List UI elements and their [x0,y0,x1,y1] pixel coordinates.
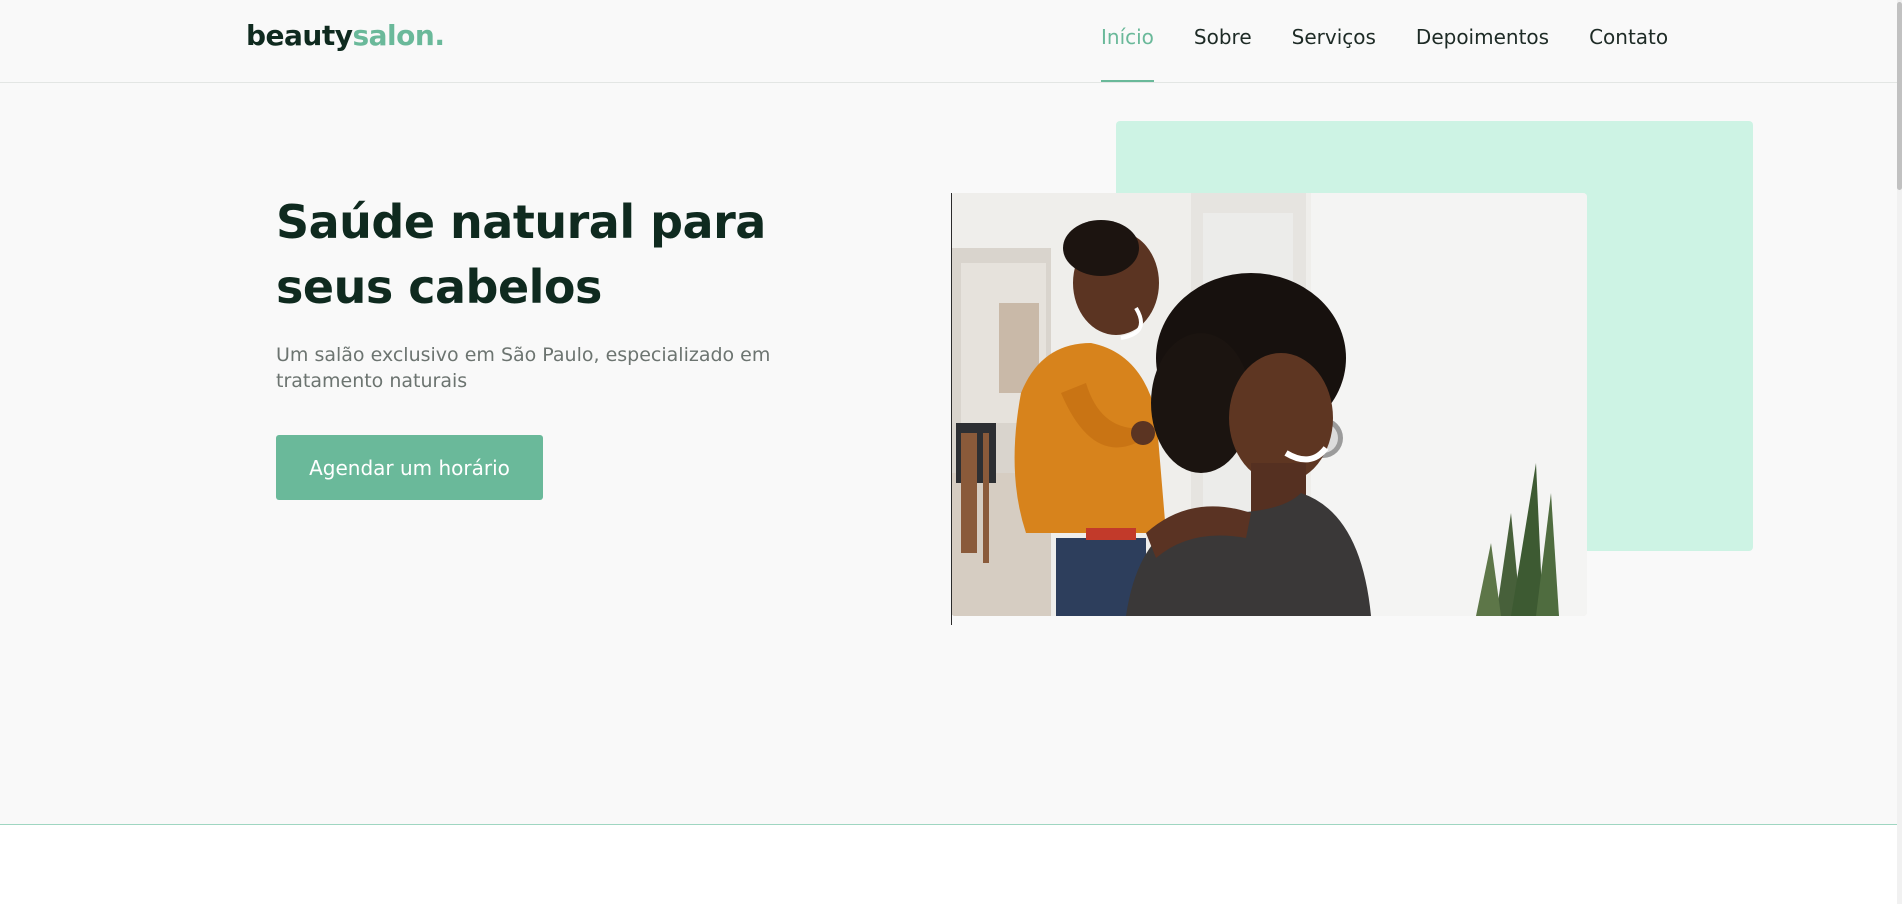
hero-photo [951,193,1587,616]
next-section [0,824,1897,904]
logo[interactable]: beautysalon. [246,19,445,52]
scrollbar[interactable] [1897,0,1902,904]
schedule-button[interactable]: Agendar um horário [276,435,543,500]
nav-item-inicio[interactable]: Início [1101,0,1154,83]
salon-photo-illustration [951,193,1587,616]
nav-item-depoimentos[interactable]: Depoimentos [1416,0,1549,83]
hero-subtitle: Um salão exclusivo em São Paulo, especia… [276,344,771,392]
nav-item-sobre[interactable]: Sobre [1194,0,1252,83]
hero-title: Saúde natural para seus cabelos [276,195,766,314]
logo-accent: salon. [352,19,445,52]
photo-edge [951,193,952,625]
site-header: beautysalon. Início Sobre Serviços Depoi… [0,0,1897,83]
nav-item-servicos[interactable]: Serviços [1292,0,1376,83]
logo-main: beauty [246,19,353,52]
main-nav: Início Sobre Serviços Depoimentos Contat… [1101,0,1708,83]
nav-item-contato[interactable]: Contato [1589,0,1668,83]
scrollbar-thumb[interactable] [1897,2,1902,190]
